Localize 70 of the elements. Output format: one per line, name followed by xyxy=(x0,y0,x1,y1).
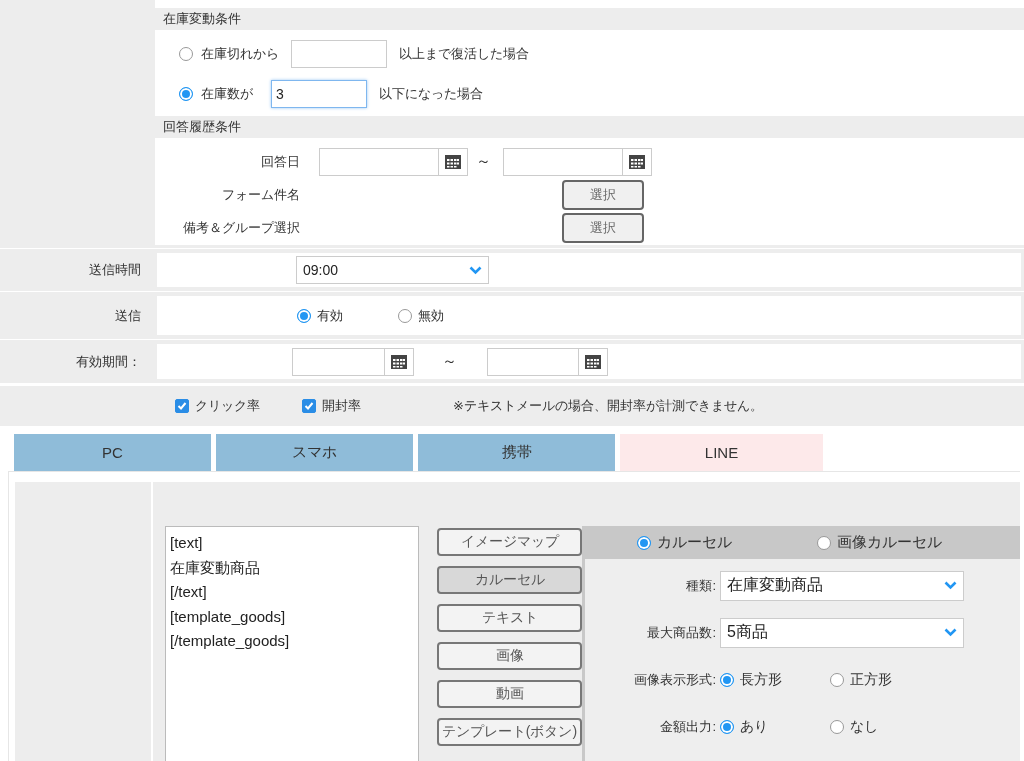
radio-button[interactable] xyxy=(297,308,311,323)
field-label: 送信時間 xyxy=(88,261,142,279)
condition-text: 以下になった場合 xyxy=(379,85,483,103)
select-button[interactable]: 選択 xyxy=(562,212,644,243)
field-label: 最大商品数: xyxy=(646,623,717,642)
tab[interactable]: 携帯 xyxy=(418,434,615,471)
radio-label: 在庫数が xyxy=(201,85,253,103)
date-field[interactable] xyxy=(319,147,468,176)
insert-button[interactable]: テンプレート(ボタン) xyxy=(437,718,582,746)
stock-count-field[interactable]: 3 xyxy=(271,80,367,108)
radio-label: あり xyxy=(740,717,768,736)
radio-label: 正方形 xyxy=(850,670,892,689)
radio-button[interactable] xyxy=(817,535,831,550)
chevron-down-icon xyxy=(469,265,482,275)
dropdown-select[interactable]: 在庫変動商品 xyxy=(720,570,964,601)
radio-label: 画像カルーセル xyxy=(837,533,942,552)
field-label: 種類: xyxy=(685,576,717,595)
field-label: 送信 xyxy=(114,306,142,325)
radio-button[interactable] xyxy=(720,719,734,734)
radio-button[interactable] xyxy=(720,672,734,687)
condition-text: 以上まで復活した場合 xyxy=(399,45,529,63)
field-label: 備考＆グループ選択 xyxy=(182,218,300,237)
date-field[interactable] xyxy=(292,347,414,376)
radio-button[interactable] xyxy=(830,719,844,734)
chevron-down-icon xyxy=(944,628,957,637)
insert-button[interactable]: 画像 xyxy=(437,642,582,670)
checkbox[interactable] xyxy=(302,399,316,413)
radio-button[interactable] xyxy=(398,308,412,323)
field-label: 金額出力: xyxy=(659,717,717,736)
radio-label: なし xyxy=(850,717,878,736)
field-label: 画像表示形式: xyxy=(633,670,717,689)
field-label: フォーム件名 xyxy=(221,185,300,204)
radio-button[interactable] xyxy=(179,87,193,101)
section-header: 在庫変動条件 xyxy=(155,8,1024,30)
radio-label: 有効 xyxy=(317,306,343,325)
note-text: ※テキストメールの場合、開封率が計測できません。 xyxy=(453,397,763,415)
insert-button[interactable]: イメージマップ xyxy=(437,528,582,556)
calendar-icon[interactable] xyxy=(391,354,407,369)
insert-button[interactable]: カルーセル xyxy=(437,566,582,594)
insert-button[interactable]: 動画 xyxy=(437,680,582,708)
insert-button[interactable]: テキスト xyxy=(437,604,582,632)
radio-label: 無効 xyxy=(418,306,444,325)
radio-label: カルーセル xyxy=(657,533,732,552)
calendar-icon[interactable] xyxy=(445,154,461,169)
checkbox-label: 開封率 xyxy=(322,397,361,415)
dropdown-select[interactable]: 5商品 xyxy=(720,617,964,648)
message-text-field[interactable]: [text] 在庫変動商品 [/text] [template_goods] [/template_goods] xyxy=(165,526,419,761)
tab[interactable]: LINE xyxy=(620,434,823,471)
field-label: 回答日 xyxy=(260,152,300,171)
radio-button[interactable] xyxy=(830,672,844,687)
stock-count-field[interactable] xyxy=(291,40,387,68)
tab[interactable]: スマホ xyxy=(216,434,413,471)
calendar-icon[interactable] xyxy=(585,354,601,369)
range-separator: ～ xyxy=(442,352,457,371)
select-button[interactable]: 選択 xyxy=(562,179,644,210)
date-field[interactable] xyxy=(503,147,652,176)
tab[interactable]: PC xyxy=(14,434,211,471)
range-separator: ～ xyxy=(476,152,491,171)
radio-button[interactable] xyxy=(637,535,651,550)
checkbox-label: クリック率 xyxy=(195,397,260,415)
section-header: 回答履歴条件 xyxy=(155,116,1024,138)
checkbox[interactable] xyxy=(175,399,189,413)
date-field[interactable] xyxy=(487,347,608,376)
time-select[interactable]: 09:00 xyxy=(296,256,489,284)
calendar-icon[interactable] xyxy=(629,154,645,169)
chevron-down-icon xyxy=(944,581,957,590)
field-label: 有効期間： xyxy=(75,352,142,371)
radio-button[interactable] xyxy=(179,47,193,61)
radio-label: 長方形 xyxy=(740,670,782,689)
radio-label: 在庫切れから xyxy=(201,45,279,63)
